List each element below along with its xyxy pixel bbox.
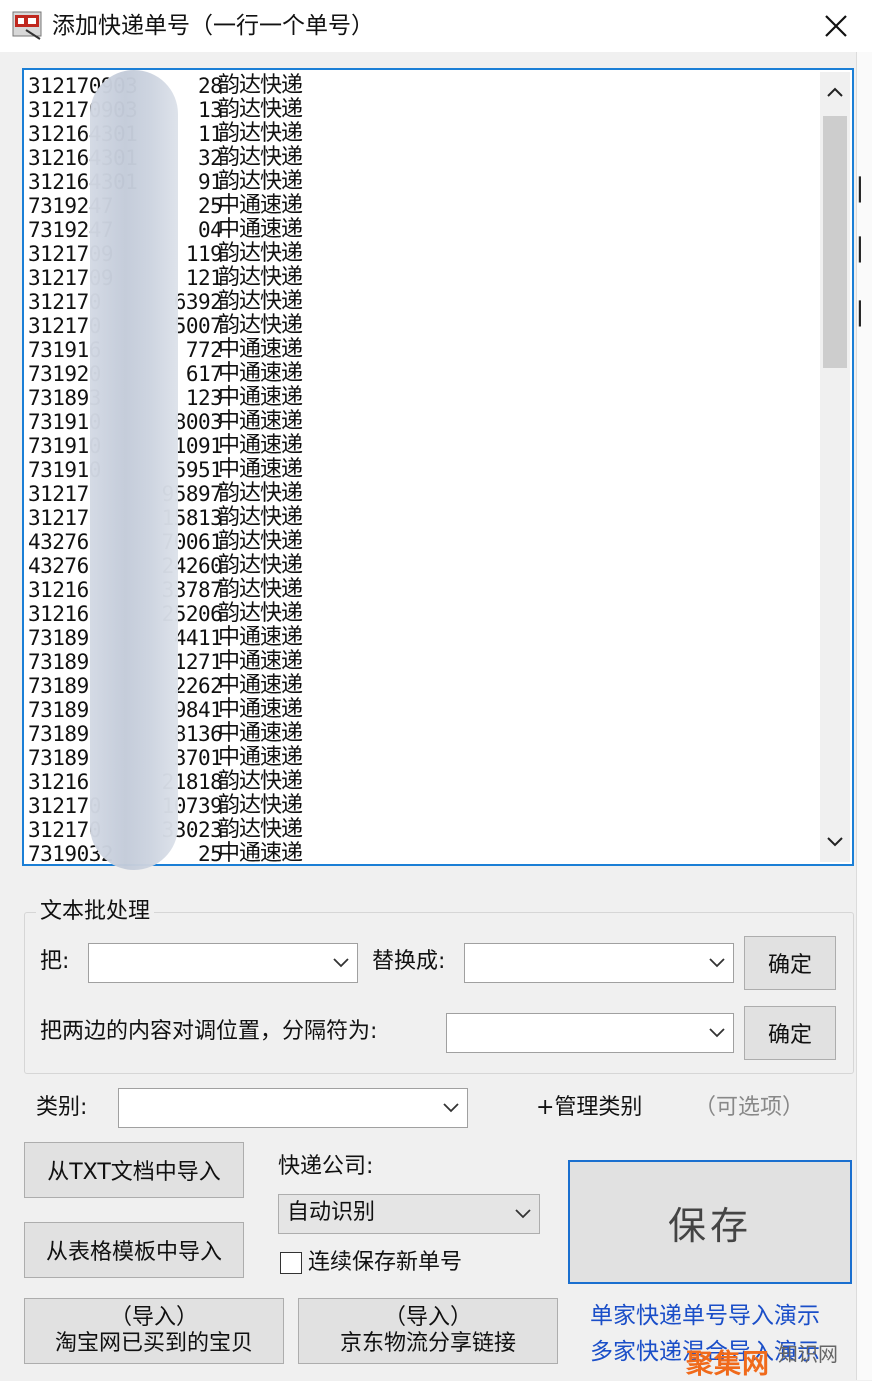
replace-to-combobox[interactable] [464, 943, 734, 983]
watermark-sub: 知识网 [778, 1342, 838, 1366]
courier-company: 韵达快递 [218, 505, 303, 530]
import-taobao-line2: 淘宝网已买到的宝贝 [54, 1331, 253, 1356]
chevron-down-icon [709, 958, 725, 968]
import-txt-button[interactable]: 从TXT文档中导入 [24, 1142, 244, 1198]
vertical-scrollbar[interactable] [820, 72, 850, 862]
courier-company: 韵达快递 [218, 313, 303, 338]
close-button[interactable] [808, 4, 864, 48]
single-demo-link[interactable]: 单家快递单号导入演示 [590, 1296, 820, 1330]
privacy-blur-mask [90, 70, 178, 870]
courier-company: 韵达快递 [218, 577, 303, 602]
chevron-down-icon [515, 1209, 531, 1219]
courier-company: 中通速递 [218, 217, 303, 242]
continuous-save-label: 连续保存新单号 [308, 1250, 463, 1275]
chevron-down-icon [709, 1028, 725, 1038]
separator-combobox[interactable] [446, 1013, 734, 1053]
courier-company: 韵达快递 [218, 145, 303, 170]
courier-company: 中通速递 [218, 625, 303, 650]
courier-company: 中通速递 [218, 433, 303, 458]
import-table-button[interactable]: 从表格模板中导入 [24, 1222, 244, 1278]
import-jd-line1: （导入） [383, 1305, 472, 1330]
courier-combobox[interactable]: 自动识别 [278, 1194, 540, 1234]
courier-company: 韵达快递 [218, 121, 303, 146]
courier-company: 中通速递 [218, 385, 303, 410]
courier-company: 中通速递 [218, 193, 303, 218]
import-taobao-line1: （导入） [109, 1305, 198, 1330]
chevron-down-icon [827, 837, 843, 847]
scroll-up-button[interactable] [820, 72, 850, 112]
app-icon [12, 10, 42, 40]
courier-company: 韵达快递 [218, 769, 303, 794]
courier-company: 韵达快递 [218, 793, 303, 818]
courier-company: 中通速递 [218, 649, 303, 674]
courier-company: 中通速递 [218, 697, 303, 722]
courier-company: 中通速递 [218, 745, 303, 770]
courier-company: 韵达快递 [218, 529, 303, 554]
optional-hint: （可选项） [694, 1095, 805, 1120]
continuous-save-checkbox[interactable] [280, 1252, 302, 1274]
courier-company: 韵达快递 [218, 481, 303, 506]
edge-glyph: ▏ [859, 238, 872, 263]
courier-company: 中通速递 [218, 337, 303, 362]
category-label: 类别: [36, 1095, 88, 1120]
courier-company: 韵达快递 [218, 97, 303, 122]
courier-company: 韵达快递 [218, 553, 303, 578]
import-jd-button[interactable]: （导入） 京东物流分享链接 [298, 1298, 558, 1364]
import-jd-line2: 京东物流分享链接 [339, 1331, 516, 1356]
import-taobao-button[interactable]: （导入） 淘宝网已买到的宝贝 [24, 1298, 284, 1364]
window-title: 添加快递单号（一行一个单号） [52, 13, 374, 39]
close-icon [825, 15, 847, 37]
scroll-down-button[interactable] [820, 822, 850, 862]
category-combobox[interactable] [118, 1088, 468, 1128]
courier-value: 自动识别 [287, 1200, 376, 1225]
save-button[interactable]: 保存 [568, 1160, 852, 1284]
manage-category-link[interactable]: +管理类别 [536, 1093, 642, 1123]
courier-company: 韵达快递 [218, 601, 303, 626]
replace-from-label: 把: [40, 949, 70, 974]
courier-company: 中通速递 [218, 721, 303, 746]
swap-confirm-button[interactable]: 确定 [744, 1006, 836, 1060]
courier-company: 中通速递 [218, 409, 303, 434]
chevron-down-icon [443, 1103, 459, 1113]
courier-company: 中通速递 [218, 841, 303, 866]
swap-label: 把两边的内容对调位置，分隔符为: [40, 1019, 378, 1044]
courier-company: 韵达快递 [218, 817, 303, 842]
watermark-logo: 聚集网 [686, 1349, 770, 1380]
courier-company: 韵达快递 [218, 73, 303, 98]
replace-to-label: 替换成: [372, 949, 446, 974]
chevron-up-icon [827, 87, 843, 97]
courier-company: 韵达快递 [218, 265, 303, 290]
scroll-thumb[interactable] [823, 116, 847, 368]
replace-confirm-button[interactable]: 确定 [744, 936, 836, 990]
batch-group-title: 文本批处理 [36, 898, 155, 926]
courier-company: 中通速递 [218, 673, 303, 698]
courier-company: 中通速递 [218, 457, 303, 482]
replace-from-combobox[interactable] [88, 943, 358, 983]
courier-company: 韵达快递 [218, 241, 303, 266]
courier-label: 快递公司: [278, 1154, 374, 1179]
courier-company: 韵达快递 [218, 289, 303, 314]
courier-company: 韵达快递 [218, 169, 303, 194]
chevron-down-icon [333, 958, 349, 968]
edge-glyph: ▏ [859, 302, 872, 327]
background-window-edge: ▏ ▏ ▏ [856, 52, 872, 1380]
edge-glyph: ▏ [859, 178, 872, 203]
courier-company: 中通速递 [218, 361, 303, 386]
